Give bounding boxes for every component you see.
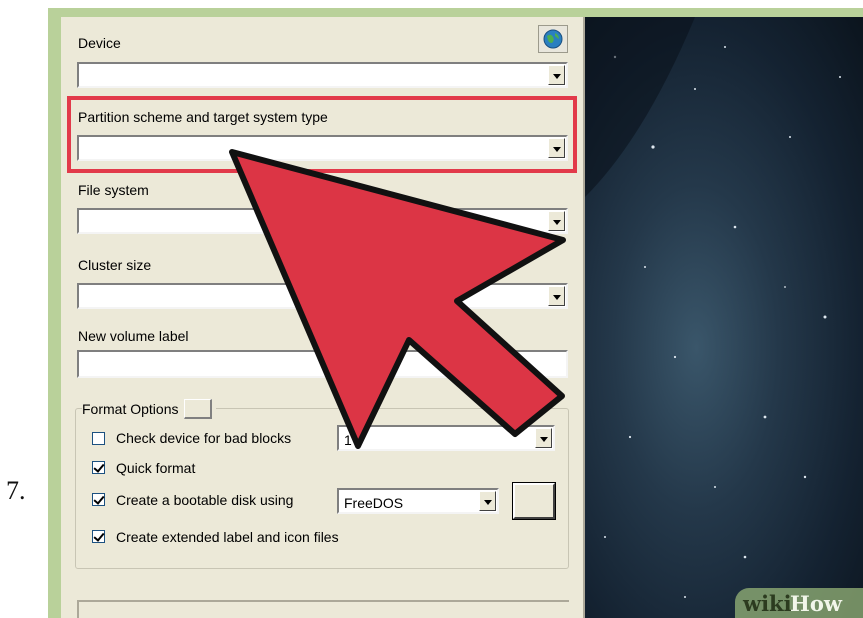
- arrow-pointer-icon: [229, 149, 566, 449]
